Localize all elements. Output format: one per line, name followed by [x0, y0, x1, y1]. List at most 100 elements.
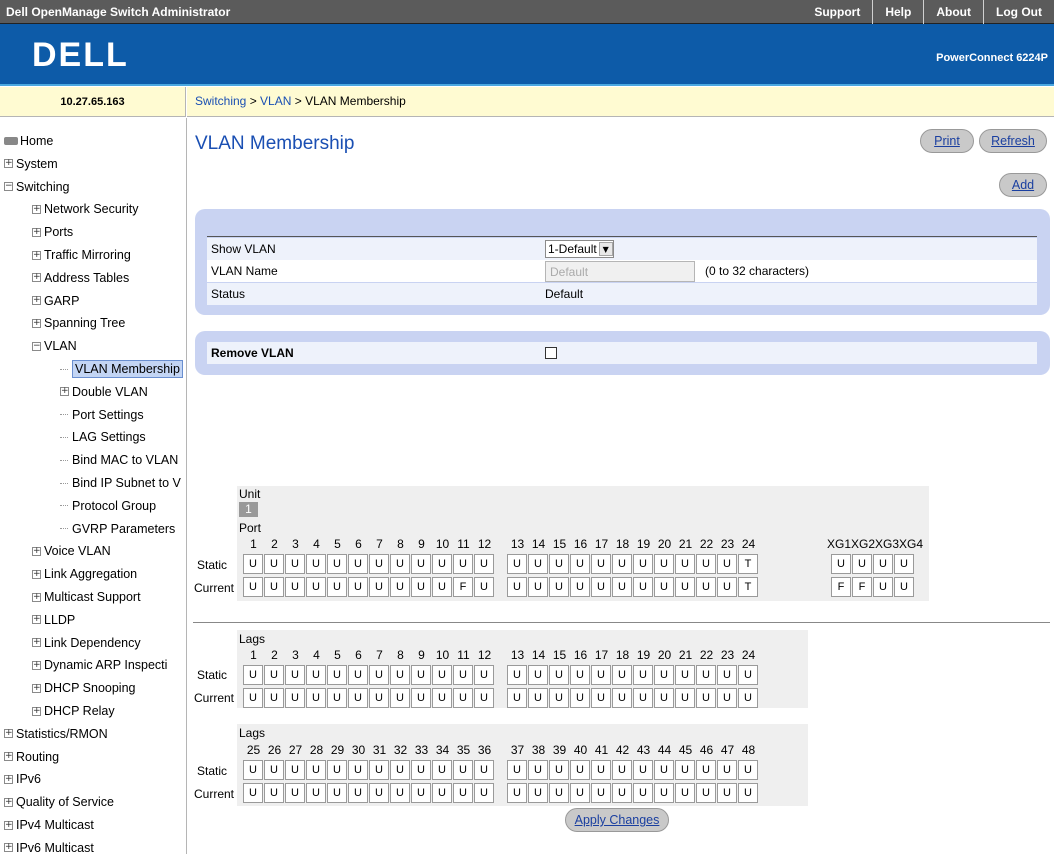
expand-icon[interactable]: + [32, 706, 41, 716]
port-membership-cell[interactable]: U [696, 665, 716, 685]
sidebar-item-statistics-rmon[interactable]: + Statistics/RMON [4, 723, 108, 745]
sidebar-item-switching[interactable]: − Switching [4, 176, 70, 198]
port-membership-cell[interactable]: U [474, 554, 494, 574]
port-membership-cell[interactable]: U [390, 760, 410, 780]
collapse-icon[interactable]: − [32, 341, 41, 351]
port-membership-cell[interactable]: U [612, 554, 632, 574]
show-vlan-select[interactable]: 1-Default ▼ [545, 240, 614, 258]
sidebar-item-system[interactable]: + System [4, 153, 58, 175]
print-button[interactable]: Print [920, 129, 974, 153]
port-membership-cell[interactable]: U [432, 554, 452, 574]
expand-icon[interactable]: + [32, 273, 41, 283]
port-membership-cell[interactable]: U [453, 783, 473, 803]
remove-vlan-checkbox[interactable] [545, 347, 557, 359]
port-membership-cell[interactable]: U [264, 554, 284, 574]
port-membership-cell[interactable]: U [738, 688, 758, 708]
port-membership-cell[interactable]: U [474, 760, 494, 780]
expand-icon[interactable]: + [32, 227, 41, 237]
expand-icon[interactable]: + [4, 797, 13, 807]
add-button[interactable]: Add [999, 173, 1047, 197]
port-membership-cell[interactable]: U [411, 760, 431, 780]
port-membership-cell[interactable]: U [675, 783, 695, 803]
port-membership-cell[interactable]: U [591, 783, 611, 803]
port-membership-cell[interactable]: U [507, 760, 527, 780]
port-membership-cell[interactable]: U [717, 688, 737, 708]
port-membership-cell[interactable]: U [549, 688, 569, 708]
apply-changes-button[interactable]: Apply Changes [565, 808, 669, 832]
expand-icon[interactable]: + [32, 296, 41, 306]
breadcrumb-vlan[interactable]: VLAN [260, 94, 291, 108]
port-membership-cell[interactable]: U [306, 783, 326, 803]
port-membership-cell[interactable]: U [570, 577, 590, 597]
port-membership-cell[interactable]: U [633, 783, 653, 803]
sidebar-item-multicast-support[interactable]: + Multicast Support [32, 586, 141, 608]
port-membership-cell[interactable]: U [738, 783, 758, 803]
port-membership-cell[interactable]: U [243, 554, 263, 574]
port-membership-cell[interactable]: F [852, 577, 872, 597]
port-membership-cell[interactable]: U [390, 783, 410, 803]
port-membership-cell[interactable]: U [327, 783, 347, 803]
port-membership-cell[interactable]: U [852, 554, 872, 574]
vlan-name-input[interactable]: Default [545, 260, 695, 282]
port-membership-cell[interactable]: U [549, 577, 569, 597]
port-membership-cell[interactable]: U [528, 577, 548, 597]
port-membership-cell[interactable]: U [654, 577, 674, 597]
port-membership-cell[interactable]: U [717, 554, 737, 574]
expand-icon[interactable]: + [4, 820, 13, 830]
port-membership-cell[interactable]: U [570, 665, 590, 685]
port-membership-cell[interactable]: U [894, 554, 914, 574]
port-membership-cell[interactable]: U [675, 554, 695, 574]
port-membership-cell[interactable]: U [696, 760, 716, 780]
port-membership-cell[interactable]: U [306, 665, 326, 685]
port-membership-cell[interactable]: U [306, 688, 326, 708]
port-membership-cell[interactable]: U [474, 665, 494, 685]
sidebar-item-bind-mac-to-vlan[interactable]: Bind MAC to VLAN [60, 449, 178, 471]
port-membership-cell[interactable]: U [369, 783, 389, 803]
port-membership-cell[interactable]: U [591, 665, 611, 685]
sidebar-item-link-dependency[interactable]: + Link Dependency [32, 632, 141, 654]
expand-icon[interactable]: + [60, 387, 69, 397]
port-membership-cell[interactable]: U [243, 783, 263, 803]
expand-icon[interactable]: + [4, 843, 13, 853]
port-membership-cell[interactable]: U [633, 554, 653, 574]
port-membership-cell[interactable]: U [549, 783, 569, 803]
sidebar-item-ipv4-multicast[interactable]: + IPv4 Multicast [4, 814, 94, 836]
port-membership-cell[interactable]: U [411, 688, 431, 708]
port-membership-cell[interactable]: U [264, 688, 284, 708]
port-membership-cell[interactable]: U [411, 665, 431, 685]
port-membership-cell[interactable]: U [873, 577, 893, 597]
port-membership-cell[interactable]: U [528, 554, 548, 574]
port-membership-cell[interactable]: U [528, 760, 548, 780]
sidebar-item-port-settings[interactable]: Port Settings [60, 404, 144, 426]
port-membership-cell[interactable]: U [549, 554, 569, 574]
expand-icon[interactable]: + [4, 729, 13, 739]
port-membership-cell[interactable]: U [507, 783, 527, 803]
port-membership-cell[interactable]: U [549, 760, 569, 780]
collapse-icon[interactable]: − [4, 182, 13, 192]
port-membership-cell[interactable]: U [453, 554, 473, 574]
expand-icon[interactable]: + [32, 250, 41, 260]
expand-icon[interactable]: + [32, 204, 41, 214]
sidebar-item-vlan[interactable]: − VLAN [32, 335, 77, 357]
port-membership-cell[interactable]: U [474, 783, 494, 803]
port-membership-cell[interactable]: U [474, 688, 494, 708]
port-membership-cell[interactable]: U [243, 688, 263, 708]
port-membership-cell[interactable]: U [369, 760, 389, 780]
port-membership-cell[interactable]: U [873, 554, 893, 574]
port-membership-cell[interactable]: U [348, 783, 368, 803]
expand-icon[interactable]: + [4, 774, 13, 784]
port-membership-cell[interactable]: U [675, 577, 695, 597]
port-membership-cell[interactable]: T [738, 577, 758, 597]
sidebar-item-home[interactable]: Home [4, 130, 53, 152]
sidebar-item-ipv6[interactable]: + IPv6 [4, 768, 41, 790]
expand-icon[interactable]: + [32, 569, 41, 579]
port-membership-cell[interactable]: U [549, 665, 569, 685]
port-membership-cell[interactable]: F [831, 577, 851, 597]
port-membership-cell[interactable]: U [591, 760, 611, 780]
port-membership-cell[interactable]: T [738, 554, 758, 574]
port-membership-cell[interactable]: U [675, 688, 695, 708]
sidebar-item-lldp[interactable]: + LLDP [32, 609, 75, 631]
port-membership-cell[interactable]: U [369, 577, 389, 597]
port-membership-cell[interactable]: U [285, 783, 305, 803]
expand-icon[interactable]: + [32, 683, 41, 693]
